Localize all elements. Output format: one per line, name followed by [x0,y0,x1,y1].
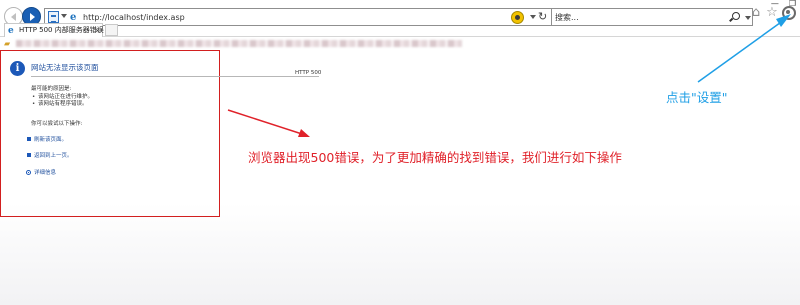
cause-item: 该网站有程序错误。 [32,100,87,108]
browser-toolbar: ⌂ ☆ [750,6,796,20]
favorites-star-icon[interactable]: ☆ [766,6,778,19]
gear-icon[interactable] [782,6,796,20]
info-icon: i [10,61,25,76]
go-back-label[interactable]: 返回到上一页。 [34,153,73,159]
home-icon[interactable]: ⌂ [750,6,762,19]
ie-tab-icon: e [8,26,14,36]
annotation-click-settings: 点击"设置" [666,90,728,105]
tab-http-500[interactable]: e HTTP 500 内部服务器错误 × [4,23,104,37]
chevron-down-icon[interactable] [61,14,67,18]
refresh-page-link[interactable]: 刷新该页面。 [27,136,67,144]
causes-heading: 最可能的原因是: [31,86,72,92]
favorites-items-blurred[interactable] [16,40,462,47]
favorites-folder-icon[interactable]: ▰ [4,39,10,48]
refresh-bullet-icon [27,137,31,141]
search-icon[interactable] [732,12,740,20]
go-back-link[interactable]: 返回到上一页。 [27,152,73,160]
try-heading: 你可以尝试以下操作: [31,121,83,127]
address-dropdown-icon[interactable] [530,15,536,19]
expand-circle-icon [26,170,31,175]
favorites-bar: ▰ [0,38,800,49]
tab-title: HTTP 500 内部服务器错误 [19,26,104,34]
error-title: 网站无法显示该页面 [31,63,99,72]
new-tab-button[interactable] [105,24,118,36]
page-content: i 网站无法显示该页面 HTTP 500 最可能的原因是: 该网站正在进行维护。… [0,49,800,305]
close-icon[interactable]: × [94,25,101,36]
refresh-page-label[interactable]: 刷新该页面。 [34,137,67,143]
tab-strip: e HTTP 500 内部服务器错误 × [0,22,800,37]
more-info-label[interactable]: 详细信息 [34,170,56,176]
annotation-error-note: 浏览器出现500错误，为了更加精确的找到错误，我们进行如下操作 [248,150,622,165]
back-bullet-icon [27,153,31,157]
title-divider [31,76,319,77]
more-info-link[interactable]: 详细信息 [26,169,56,177]
http-status-code: HTTP 500 [295,70,322,76]
